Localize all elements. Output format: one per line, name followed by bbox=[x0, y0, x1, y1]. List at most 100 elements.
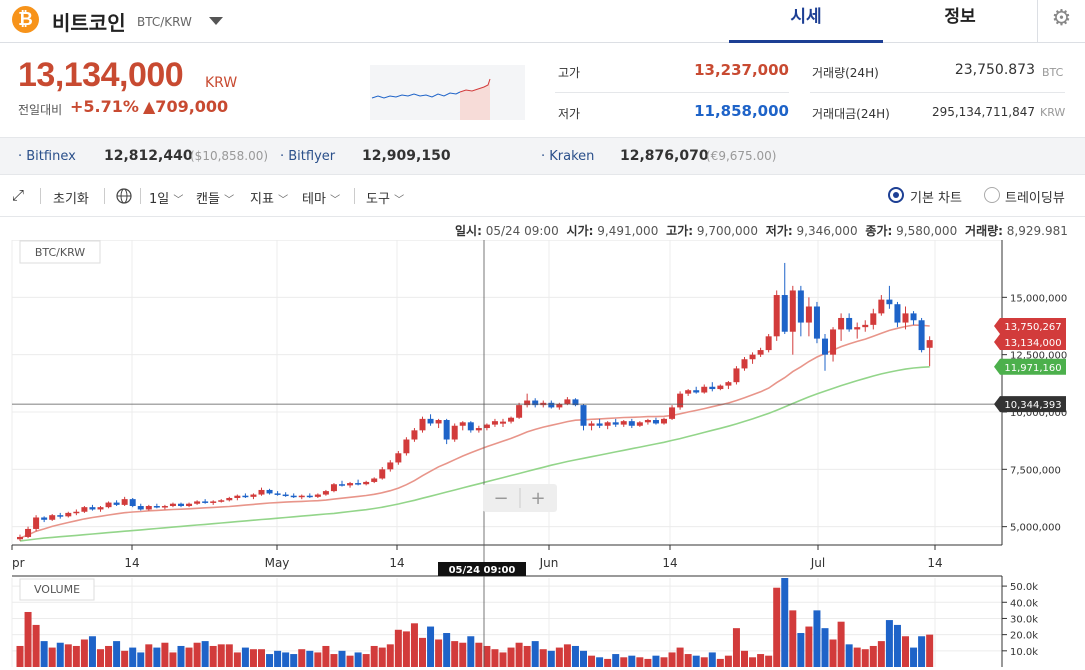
settings-button[interactable]: ⚙ bbox=[1037, 0, 1085, 43]
volume-bar bbox=[435, 639, 443, 667]
volume-label: VOLUME bbox=[34, 583, 80, 596]
volume-bars bbox=[16, 578, 934, 667]
candle-body bbox=[387, 462, 394, 470]
chart-axes: 15,000,00012,500,00010,000,0007,500,0005… bbox=[11, 240, 1067, 667]
tradingview-label[interactable]: 트레이딩뷰 bbox=[1005, 187, 1065, 206]
volume-bar bbox=[153, 647, 161, 667]
candle-type-select[interactable]: 캔들 ﹀ bbox=[196, 188, 234, 207]
candle-body bbox=[717, 385, 724, 390]
candle-body bbox=[830, 329, 837, 355]
candle-body bbox=[604, 422, 611, 426]
zoom-in-button[interactable]: + bbox=[530, 488, 545, 509]
candle-body bbox=[298, 495, 305, 498]
volume-bar bbox=[491, 649, 499, 667]
candle-body bbox=[73, 511, 80, 514]
tab-info[interactable]: 정보 bbox=[883, 0, 1037, 43]
candle-body bbox=[379, 469, 386, 479]
x-tick-label: 14 bbox=[662, 556, 677, 570]
candle-body bbox=[797, 290, 804, 323]
crosshair-time-label: 05/24 09:00 bbox=[449, 565, 516, 576]
candle-body bbox=[886, 299, 893, 305]
candle-body bbox=[902, 313, 909, 323]
candle-body bbox=[121, 499, 128, 505]
candle-body bbox=[596, 423, 603, 426]
interval-select[interactable]: 1일 ﹀ bbox=[149, 188, 183, 207]
candle-body bbox=[194, 501, 201, 504]
volume-bar bbox=[290, 654, 298, 667]
volume-bar bbox=[910, 647, 918, 667]
ohlc-close-label: 종가: bbox=[865, 224, 893, 238]
volume-bar bbox=[612, 654, 620, 667]
tradingview-radio[interactable] bbox=[984, 187, 1000, 203]
price-tag-label: 13,134,000 bbox=[1004, 338, 1061, 349]
ohlc-low-label: 저가: bbox=[765, 224, 793, 238]
expand-icon[interactable]: ⤢ bbox=[12, 186, 24, 204]
tab-market[interactable]: 시세 bbox=[729, 0, 883, 43]
candle-body bbox=[266, 489, 273, 494]
volume-bar bbox=[145, 644, 153, 667]
ohlc-low: 9,346,000 bbox=[796, 224, 858, 238]
volume-bar bbox=[749, 657, 757, 667]
amount-24h-value: 295,134,711,847 bbox=[931, 105, 1035, 119]
volume-bar bbox=[475, 642, 483, 667]
volume-bar bbox=[636, 657, 644, 667]
x-tick-label: 14 bbox=[124, 556, 139, 570]
volume-bar bbox=[386, 644, 394, 667]
volume-bar bbox=[515, 642, 523, 667]
volume-bar bbox=[580, 650, 587, 667]
volume-tick-label: 40.0k bbox=[1010, 598, 1038, 609]
candle-body bbox=[226, 497, 233, 501]
price-chart[interactable]: 15,000,00012,500,00010,000,0007,500,0005… bbox=[0, 240, 1085, 670]
gear-icon: ⚙ bbox=[1051, 6, 1072, 31]
volume-bar bbox=[877, 641, 885, 667]
volume-grid bbox=[11, 575, 1002, 667]
candle-body bbox=[145, 506, 152, 510]
theme-select[interactable]: 테마 ﹀ bbox=[302, 188, 340, 207]
volume-bar bbox=[676, 647, 684, 667]
coin-name: 비트코인 bbox=[52, 11, 126, 35]
current-price: 13,134,000 bbox=[18, 56, 184, 94]
volume-bar bbox=[169, 652, 177, 667]
exchange-bitfinex-price: 12,812,440 bbox=[104, 148, 193, 164]
volume-bar bbox=[121, 650, 129, 667]
volume-bar bbox=[652, 655, 660, 667]
x-tick-label: Jul bbox=[810, 556, 825, 570]
candle-body bbox=[741, 359, 748, 369]
toolbar-divider bbox=[140, 188, 141, 204]
volume-bar bbox=[861, 649, 869, 667]
volume-24h-unit: BTC bbox=[1042, 66, 1064, 79]
globe-icon[interactable] bbox=[116, 188, 132, 204]
candle-body bbox=[314, 494, 321, 497]
header: ₿ 비트코인 BTC/KRW 시세 정보 ⚙ bbox=[0, 0, 1085, 43]
basic-chart-label[interactable]: 기본 차트 bbox=[910, 187, 962, 206]
coin-select-caret-down-icon[interactable] bbox=[209, 17, 223, 25]
volume-bar bbox=[249, 649, 257, 667]
exchange-kraken-name: · Kraken bbox=[541, 149, 595, 164]
tools-select[interactable]: 도구 ﹀ bbox=[366, 188, 404, 207]
reset-button[interactable]: 초기화 bbox=[53, 188, 89, 207]
coin-pair: BTC/KRW bbox=[137, 15, 192, 29]
x-tick-label: 14 bbox=[389, 556, 404, 570]
volume-tick-label: 10.0k bbox=[1010, 647, 1038, 658]
volume-bar bbox=[628, 655, 636, 667]
exchange-kraken-eur: (€9,675.00) bbox=[706, 149, 777, 163]
candle-body bbox=[290, 495, 297, 498]
candle-body bbox=[459, 422, 466, 426]
volume-bar bbox=[394, 629, 402, 667]
zoom-out-button[interactable]: − bbox=[493, 488, 508, 509]
candle-body bbox=[258, 489, 265, 495]
candle-body bbox=[202, 501, 209, 503]
basic-chart-radio[interactable] bbox=[888, 187, 904, 203]
volume-bar bbox=[926, 634, 934, 667]
candle-body bbox=[620, 421, 627, 425]
indicator-select[interactable]: 지표 ﹀ bbox=[250, 188, 288, 207]
candle-body bbox=[105, 502, 112, 508]
volume-bar bbox=[97, 649, 104, 667]
volume-bar bbox=[113, 641, 121, 667]
volume-bar bbox=[225, 644, 233, 667]
candle-body bbox=[894, 304, 901, 323]
volume-bar bbox=[370, 645, 378, 667]
volume-bar bbox=[459, 642, 467, 667]
volume-bar bbox=[531, 641, 539, 667]
ohlc-close: 9,580,000 bbox=[896, 224, 958, 238]
